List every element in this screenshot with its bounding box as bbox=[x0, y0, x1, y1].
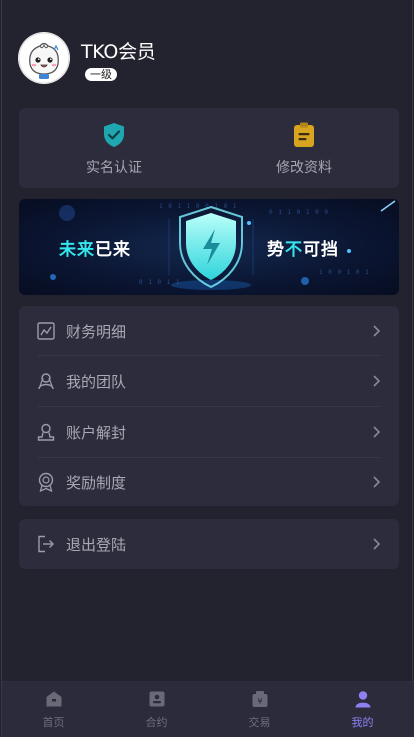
logout-button[interactable]: 退出登陆 bbox=[19, 519, 399, 569]
banner-slogan-left: 未来已来 bbox=[59, 235, 131, 260]
tab-label: 合约 bbox=[145, 716, 168, 729]
tab-trade[interactable]: ¥ 交易 bbox=[208, 682, 311, 737]
menu-item-account-unlock[interactable]: 账户解封 bbox=[19, 407, 399, 457]
logout-icon bbox=[36, 534, 56, 554]
banner-text-not: 不 bbox=[285, 240, 303, 260]
menu-item-my-team[interactable]: 我的团队 bbox=[19, 356, 399, 406]
award-icon bbox=[36, 472, 56, 492]
tab-label: 首页 bbox=[42, 716, 65, 729]
edit-profile-button[interactable]: 修改资料 bbox=[209, 108, 399, 188]
menu-item-label: 我的团队 bbox=[66, 372, 127, 391]
tab-home[interactable]: 首页 bbox=[2, 682, 105, 737]
team-icon bbox=[36, 371, 56, 391]
quick-actions-card: 实名认证 修改资料 bbox=[19, 108, 399, 188]
real-name-verify-label: 实名认证 bbox=[86, 160, 142, 176]
tab-label: 交易 bbox=[248, 716, 271, 729]
chevron-right-icon bbox=[373, 476, 381, 488]
menu-item-label: 奖励制度 bbox=[66, 473, 127, 492]
chevron-right-icon bbox=[373, 375, 381, 387]
lightning-shield-icon bbox=[179, 205, 243, 289]
banner-slogan-right: 势不可挡 bbox=[267, 235, 339, 260]
user-name: TKO会员 bbox=[81, 41, 156, 63]
chevron-right-icon bbox=[373, 325, 381, 337]
banner-text-future: 未来 bbox=[59, 240, 95, 260]
bottom-tab-bar: 首页 合约 ¥ 交易 我的 bbox=[2, 681, 414, 737]
logout-card: 退出登陆 bbox=[19, 519, 399, 569]
menu-item-finance-details[interactable]: 财务明细 bbox=[19, 306, 399, 356]
banner-text-arrived: 已来 bbox=[95, 240, 131, 260]
clipboard-edit-icon bbox=[290, 121, 318, 149]
profile-header: TKO会员 一级 bbox=[18, 32, 156, 86]
home-icon bbox=[44, 689, 64, 709]
shield-check-icon bbox=[100, 121, 128, 149]
promo-banner[interactable]: 1 0 1 1 0 0 1 0 1 0 1 1 0 1 0 0 1 0 0 1 … bbox=[19, 199, 399, 295]
real-name-verify-button[interactable]: 实名认证 bbox=[19, 108, 209, 188]
contract-icon bbox=[147, 689, 167, 709]
menu-list: 财务明细 我的团队 账户解封 奖励制度 bbox=[19, 306, 399, 506]
logout-label: 退出登陆 bbox=[66, 535, 127, 554]
trade-icon: ¥ bbox=[250, 689, 270, 709]
svg-text:¥: ¥ bbox=[257, 697, 262, 706]
chevron-right-icon bbox=[373, 426, 381, 438]
menu-item-label: 账户解封 bbox=[66, 423, 127, 442]
tab-mine[interactable]: 我的 bbox=[311, 682, 414, 737]
edit-profile-label: 修改资料 bbox=[276, 160, 332, 176]
avatar[interactable] bbox=[18, 32, 70, 84]
person-icon bbox=[353, 689, 373, 709]
menu-item-reward-system[interactable]: 奖励制度 bbox=[19, 457, 399, 507]
chart-icon bbox=[36, 321, 56, 341]
menu-item-label: 财务明细 bbox=[66, 322, 127, 341]
bun-mascot-icon bbox=[18, 32, 70, 84]
tab-contract[interactable]: 合约 bbox=[105, 682, 208, 737]
banner-text-stoppable: 可挡 bbox=[303, 240, 339, 260]
chevron-right-icon bbox=[373, 538, 381, 550]
user-unlock-icon bbox=[36, 422, 56, 442]
tab-label: 我的 bbox=[351, 716, 374, 729]
banner-text-momentum: 势 bbox=[267, 240, 285, 260]
level-badge: 一级 bbox=[85, 68, 117, 81]
profile-page: TKO会员 一级 实名认证 修改资料 1 0 1 1 0 0 1 0 1 0 1… bbox=[1, 0, 414, 737]
